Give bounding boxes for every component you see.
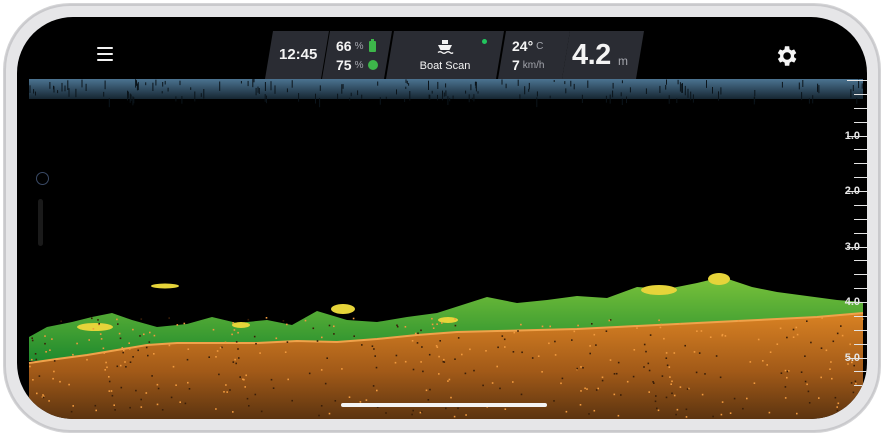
- fish-echo: [331, 304, 355, 314]
- fish-echo: [232, 322, 250, 328]
- menu-icon-line: [97, 47, 113, 49]
- depth-scale-label: 1.0: [844, 129, 860, 142]
- depth-scale-tick: [854, 177, 867, 179]
- battery-icon: [369, 41, 376, 52]
- phone-frame: 12:45 66 % 75 % Boat Scan 24° C 7 km/h 4…: [4, 4, 880, 432]
- scan-mode-label: Boat Scan: [419, 60, 471, 72]
- phone-battery-unit: %: [354, 40, 364, 52]
- depth-unit: m: [618, 54, 628, 68]
- device-battery-value: 75: [336, 57, 352, 73]
- speed-value: 7: [512, 57, 520, 73]
- depth-scale-label: 2.0: [844, 185, 860, 197]
- depth-scale-tick: [854, 163, 867, 165]
- temperature-value: 24°: [512, 38, 534, 54]
- time-tile: 12:45: [265, 31, 329, 79]
- sensitivity-icon[interactable]: [36, 172, 49, 185]
- menu-button[interactable]: [97, 47, 119, 65]
- depth-scale-tick: [854, 371, 867, 373]
- menu-icon-line: [97, 53, 113, 55]
- environment-tile: 24° C 7 km/h: [498, 31, 570, 79]
- menu-icon-line: [97, 59, 113, 61]
- fish-echo: [77, 323, 113, 331]
- speed-unit: km/h: [522, 59, 545, 71]
- phone-battery-value: 66: [336, 38, 352, 54]
- depth-scale-tick: [854, 107, 867, 109]
- depth-value: 4.2: [572, 39, 611, 71]
- device-battery-icon: [368, 60, 378, 70]
- depth-scale-tick: [854, 288, 867, 290]
- fish-echo: [438, 317, 458, 323]
- depth-scale-tick: [854, 260, 867, 262]
- sensitivity-slider[interactable]: [38, 199, 43, 246]
- depth-scale-label: 4.0: [844, 296, 860, 308]
- depth-scale: 1.0 2.0 3.0 4.0 5.0: [839, 17, 867, 419]
- battery-tile: 66 % 75 %: [322, 31, 392, 79]
- fish-echo: [151, 283, 179, 289]
- home-indicator[interactable]: [341, 403, 547, 407]
- device-tile[interactable]: Boat Scan: [386, 31, 504, 79]
- depth-scale-tick: [854, 385, 867, 387]
- depth-scale-tick: [854, 218, 867, 220]
- boat-icon: [436, 37, 454, 55]
- device-battery-unit: %: [354, 59, 364, 71]
- depth-tile: 4.2 m: [562, 31, 644, 79]
- fish-echo: [708, 273, 730, 285]
- depth-scale-tick: [854, 93, 867, 95]
- connection-status-dot: [482, 39, 487, 44]
- depth-scale-label: 5.0: [844, 351, 860, 364]
- phone-screen: 12:45 66 % 75 % Boat Scan 24° C 7 km/h 4…: [17, 17, 867, 419]
- depth-scale-tick: [854, 315, 867, 317]
- depth-scale-tick: [854, 274, 867, 276]
- depth-scale-tick: [854, 343, 867, 345]
- depth-scale-tick: [854, 204, 867, 206]
- depth-scale-tick: [847, 80, 867, 81]
- depth-scale-tick: [854, 121, 867, 123]
- depth-scale-tick: [854, 329, 867, 331]
- depth-scale-tick: [854, 149, 867, 151]
- temperature-unit: C: [536, 40, 544, 52]
- fish-echo: [641, 285, 677, 295]
- gear-icon[interactable]: [773, 43, 799, 69]
- depth-scale-label: 3.0: [844, 240, 860, 253]
- depth-scale-tick: [854, 232, 867, 234]
- clock-time: 12:45: [279, 46, 318, 63]
